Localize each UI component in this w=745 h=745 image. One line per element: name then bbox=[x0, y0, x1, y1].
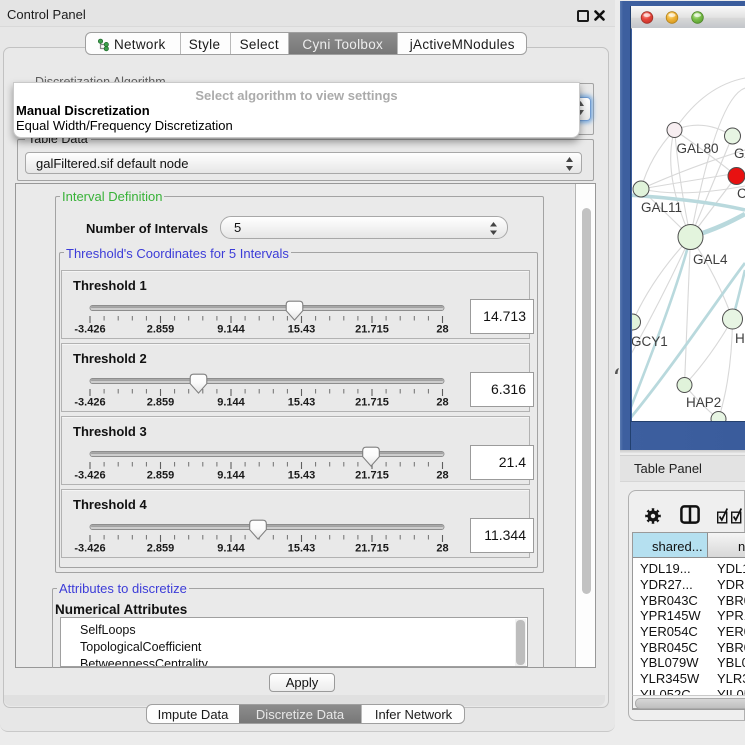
svg-text:GAL7: GAL7 bbox=[734, 146, 745, 161]
svg-text:15.43: 15.43 bbox=[288, 470, 316, 482]
svg-text:28: 28 bbox=[436, 543, 448, 555]
svg-text:28: 28 bbox=[436, 470, 448, 482]
svg-text:GAL11: GAL11 bbox=[641, 200, 682, 215]
svg-text:15.43: 15.43 bbox=[288, 543, 316, 555]
svg-text:2.859: 2.859 bbox=[147, 470, 175, 482]
svg-text:9.144: 9.144 bbox=[217, 470, 245, 482]
svg-text:9.144: 9.144 bbox=[217, 397, 245, 409]
svg-text:28: 28 bbox=[436, 397, 448, 409]
svg-text:9.144: 9.144 bbox=[217, 324, 245, 336]
svg-text:21.715: 21.715 bbox=[355, 397, 389, 409]
svg-text:21.715: 21.715 bbox=[355, 470, 389, 482]
svg-text:21.715: 21.715 bbox=[355, 543, 389, 555]
svg-text:CDC6: CDC6 bbox=[737, 186, 745, 201]
svg-text:2.859: 2.859 bbox=[147, 397, 175, 409]
svg-text:9.144: 9.144 bbox=[217, 543, 245, 555]
svg-text:GAL80: GAL80 bbox=[677, 141, 719, 156]
svg-text:GAL4: GAL4 bbox=[693, 252, 728, 267]
svg-text:2.859: 2.859 bbox=[147, 543, 175, 555]
svg-text:-3.426: -3.426 bbox=[74, 470, 105, 482]
svg-text:-3.426: -3.426 bbox=[74, 324, 105, 336]
svg-text:28: 28 bbox=[436, 324, 448, 336]
svg-text:15.43: 15.43 bbox=[288, 324, 316, 336]
svg-text:GCY1: GCY1 bbox=[632, 334, 668, 349]
svg-text:15.43: 15.43 bbox=[288, 397, 316, 409]
svg-text:-3.426: -3.426 bbox=[74, 397, 105, 409]
svg-text:-3.426: -3.426 bbox=[74, 543, 105, 555]
svg-text:21.715: 21.715 bbox=[355, 324, 389, 336]
svg-text:2.859: 2.859 bbox=[147, 324, 175, 336]
svg-text:HAP2: HAP2 bbox=[686, 395, 721, 410]
svg-text:HIS4: HIS4 bbox=[735, 331, 745, 346]
